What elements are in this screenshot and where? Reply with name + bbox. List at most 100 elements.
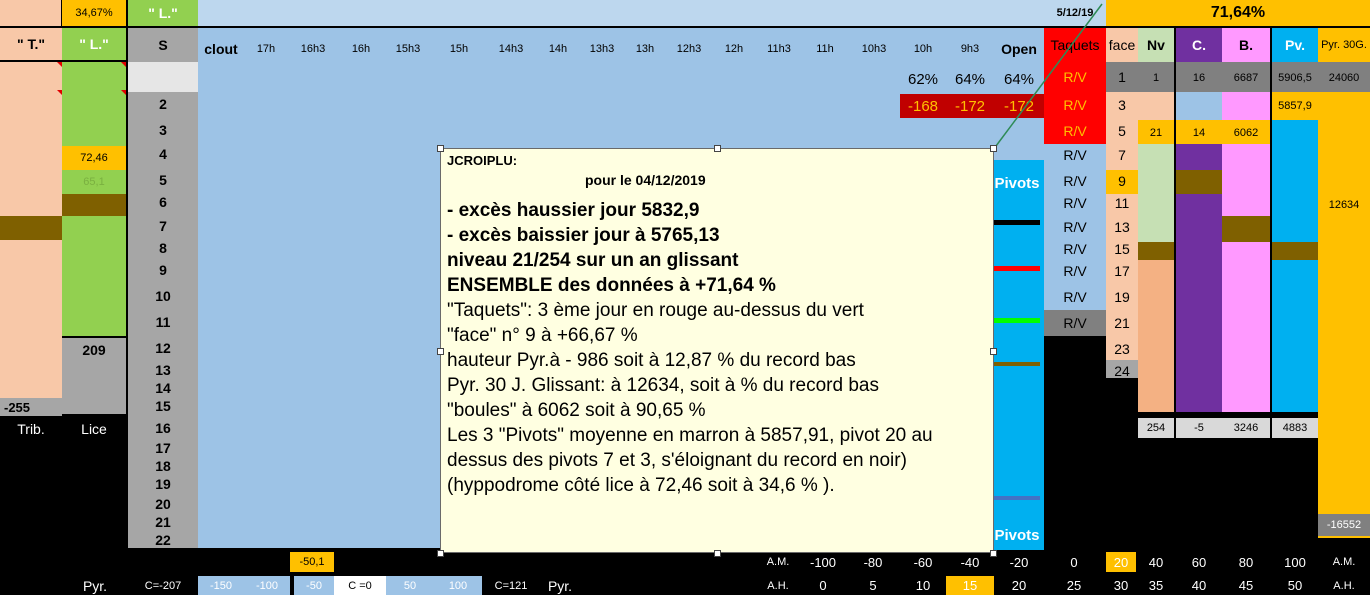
neg-1: -168	[907, 97, 939, 115]
face-header[interactable]: face	[1106, 26, 1138, 62]
note-author: JCROIPLU:	[447, 153, 518, 168]
am-scale-6: 20	[1106, 552, 1136, 572]
note-line-4: ENSEMBLE des données à +71,64 %	[447, 275, 776, 296]
hour-header-7[interactable]: 13h3	[580, 38, 624, 60]
ah-scale-8: 40	[1191, 578, 1207, 593]
note-resize-handle-ml[interactable]	[437, 348, 444, 355]
s-number-7: 7	[159, 218, 167, 234]
ah-scale-0: 0	[819, 578, 827, 593]
am-scale-1: -80	[863, 554, 883, 570]
ah-scale-6: 30	[1113, 578, 1129, 593]
l-gray-block	[62, 362, 126, 414]
hour-header-14[interactable]: 10h	[900, 38, 946, 60]
pyr-column-body[interactable]	[1318, 62, 1370, 538]
face-17: 17	[1114, 263, 1130, 279]
note-line-2: - excès baissier jour à 5765,13	[447, 225, 720, 246]
ah-label-2: A.H.	[1333, 579, 1355, 592]
hour-header-11[interactable]: 11h3	[756, 38, 802, 60]
ah-pos-0: 50	[386, 576, 434, 595]
am-label: A.M.	[766, 556, 790, 568]
ah-c121: C=121	[494, 579, 528, 592]
hour-header-8[interactable]: 13h	[624, 38, 666, 60]
taquet-4[interactable]: R/V	[1044, 170, 1106, 192]
face-11: 11	[1114, 195, 1130, 211]
pivots-label-bottom: Pivots	[994, 526, 1040, 544]
trib-label: Trib.	[17, 421, 45, 437]
t-brown-band	[0, 216, 62, 240]
hour-header-12[interactable]: 11h	[802, 38, 848, 60]
note-line-12: (hyppodrome côté lice à 72,46 soit à 34,…	[447, 475, 835, 496]
hour-header-9[interactable]: 12h3	[666, 38, 712, 60]
hour-header-15[interactable]: 9h3	[946, 38, 994, 60]
b-total: 3246	[1222, 418, 1270, 438]
pv-total: 4883	[1272, 418, 1318, 438]
pyr-mid: 12634	[1328, 199, 1360, 211]
c-lightblue	[1176, 92, 1222, 120]
nv-row3: 21	[1149, 127, 1163, 139]
nv-header[interactable]: Nv	[1138, 26, 1174, 62]
nv-brown	[1138, 242, 1174, 260]
taquet-5[interactable]: R/V	[1044, 192, 1106, 214]
hour-header-5[interactable]: 14h3	[486, 38, 536, 60]
s-number-3: 3	[159, 122, 167, 138]
l-brown-band	[62, 194, 126, 216]
note-line-6: "face" n° 9 à +66,67 %	[447, 325, 638, 346]
s-header[interactable]: S	[128, 26, 198, 62]
b-header[interactable]: B.	[1222, 26, 1270, 62]
am-scale-3: -40	[960, 554, 980, 570]
taquet-7[interactable]: R/V	[1044, 238, 1106, 260]
note-resize-handle-bl[interactable]	[437, 550, 444, 557]
hour-header-6[interactable]: 14h	[536, 38, 580, 60]
taquet-8[interactable]: R/V	[1044, 260, 1106, 282]
s-number-22: 22	[155, 532, 171, 548]
am-label-2: A.M.	[1332, 556, 1356, 568]
pyr30-header[interactable]: Pyr. 30G.	[1318, 26, 1370, 62]
l-value-2: 65,1	[83, 176, 105, 188]
taquet-10[interactable]: R/V	[1044, 312, 1106, 334]
nv-lightsalmon	[1138, 260, 1174, 412]
note-resize-handle-bm[interactable]	[714, 550, 721, 557]
taquet-6[interactable]: R/V	[1044, 216, 1106, 238]
taquet-9[interactable]: R/V	[1044, 286, 1106, 308]
s-number-11: 11	[155, 314, 171, 330]
face-9: 9	[1118, 173, 1126, 189]
l-marker-3	[0, 62, 62, 86]
hour-header-2[interactable]: 16h	[338, 38, 384, 60]
b-row3: 6062	[1233, 127, 1259, 139]
am-scale-9: 80	[1238, 554, 1254, 570]
note-resize-handle-tl[interactable]	[437, 145, 444, 152]
t-value: -255	[0, 398, 62, 416]
note-resize-handle-br[interactable]	[990, 550, 997, 557]
face-5: 5	[1118, 123, 1126, 139]
hour-header-4[interactable]: 15h	[432, 38, 486, 60]
hour-header-10[interactable]: 12h	[712, 38, 756, 60]
am-scale-8: 60	[1191, 554, 1207, 570]
note-resize-handle-tr[interactable]	[990, 145, 997, 152]
s-number-14: 14	[155, 380, 171, 396]
note-line-5: "Taquets": 3 ème jour en rouge au-dessus…	[447, 300, 864, 321]
hour-header-13[interactable]: 10h3	[848, 38, 900, 60]
pivot-red-line	[994, 266, 1040, 271]
t-header[interactable]: " T."	[0, 26, 62, 62]
l-marker-1	[62, 62, 126, 86]
l-header[interactable]: " L."	[62, 26, 126, 62]
ah-scale-1: 5	[869, 578, 877, 593]
s-number-17: 17	[155, 440, 171, 456]
face-15: 15	[1114, 241, 1130, 257]
note-resize-handle-tm[interactable]	[714, 145, 721, 152]
s-number-6: 6	[159, 194, 167, 210]
pivots-column[interactable]	[990, 160, 1044, 550]
comment-note[interactable]: JCROIPLU: pour le 04/12/2019 - excès hau…	[440, 148, 994, 553]
pv-header[interactable]: Pv.	[1272, 26, 1318, 62]
hour-header-3[interactable]: 15h3	[384, 38, 432, 60]
note-line-11: dessus des pivots 7 et 3, s'éloignant du…	[447, 450, 907, 471]
ah-scale-7: 35	[1148, 578, 1164, 593]
note-resize-handle-mr[interactable]	[990, 348, 997, 355]
c-header[interactable]: C.	[1176, 26, 1222, 62]
pv-brown	[1272, 242, 1318, 260]
hour-header-1[interactable]: 16h3	[288, 38, 338, 60]
s-number-20: 20	[155, 496, 171, 512]
hour-header-0[interactable]: 17h	[244, 38, 288, 60]
l-marker-4	[0, 90, 62, 114]
am-val-1: -50,1	[290, 552, 334, 572]
